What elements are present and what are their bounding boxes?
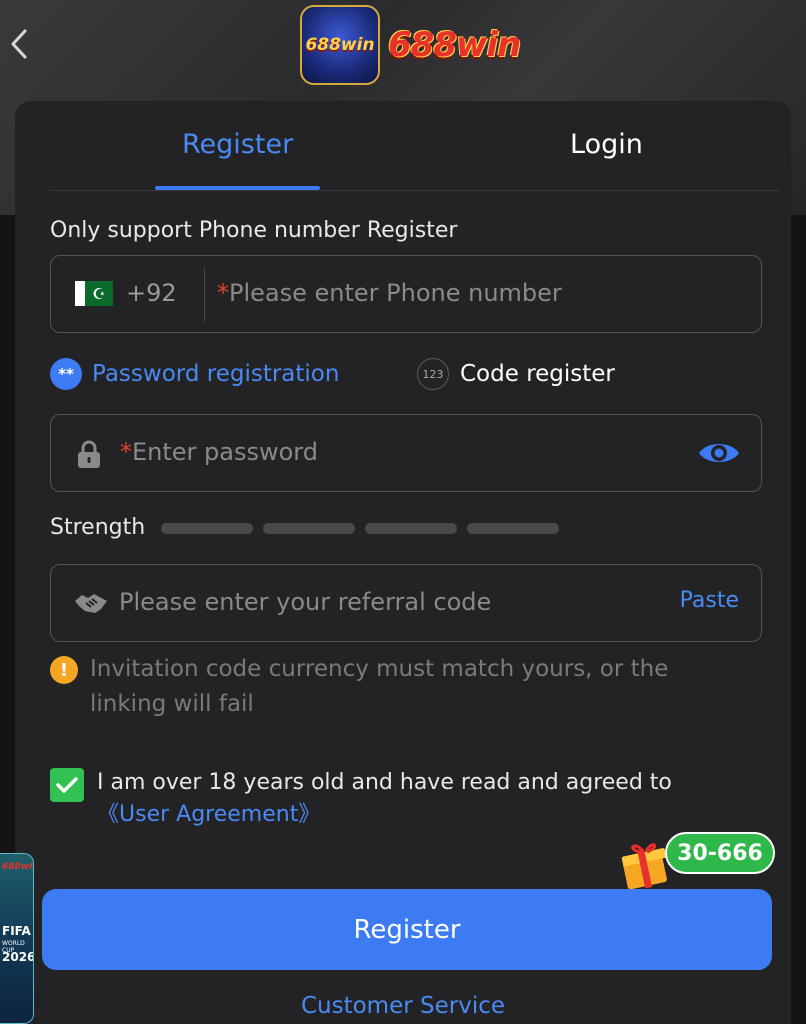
agreement-label: I am over 18 years old and have read and… xyxy=(97,770,672,795)
country-code[interactable]: +92 xyxy=(126,279,177,307)
user-agreement-link[interactable]: 《User Agreement》 xyxy=(97,799,737,831)
password-placeholder: Enter password xyxy=(132,438,318,466)
pakistan-flag-icon[interactable]: ☪ xyxy=(75,281,113,306)
auth-tabs: Register Login xyxy=(50,101,779,191)
tab-register[interactable]: Register xyxy=(182,129,293,160)
code-radio-icon[interactable]: 123 xyxy=(417,358,449,390)
registration-mode: ** Password registration 123 Code regist… xyxy=(50,358,762,392)
mode-code-option[interactable]: 123 Code register xyxy=(417,358,615,390)
brand-wordmark: 688win xyxy=(388,25,521,65)
password-radio-icon[interactable]: ** xyxy=(50,358,82,390)
banner-line1: FIFA xyxy=(2,924,31,938)
mode-password-label[interactable]: Password registration xyxy=(92,361,339,387)
paste-button[interactable]: Paste xyxy=(680,588,739,613)
promo-badge[interactable]: 30-666 xyxy=(665,832,775,874)
mode-password-option[interactable]: ** Password registration xyxy=(50,358,339,390)
phone-input[interactable]: *Please enter Phone number xyxy=(217,279,562,307)
referral-field[interactable]: Please enter your referral code Paste xyxy=(50,564,762,642)
back-chevron-icon[interactable] xyxy=(6,24,32,64)
agree-checkbox[interactable] xyxy=(50,768,84,802)
strength-bar xyxy=(263,523,355,534)
field-divider xyxy=(204,268,205,322)
brand-logo: 688win 688win xyxy=(300,4,521,86)
password-field[interactable]: *Enter password xyxy=(50,414,762,492)
warning-icon: ! xyxy=(50,656,78,684)
register-card: Register Login Only support Phone number… xyxy=(15,101,791,1024)
tab-login[interactable]: Login xyxy=(570,129,643,160)
required-mark: * xyxy=(217,279,229,307)
password-input[interactable]: *Enter password xyxy=(120,438,318,466)
register-note: Only support Phone number Register xyxy=(50,218,458,243)
gift-icon[interactable] xyxy=(619,838,671,894)
warning-text: Invitation code currency must match your… xyxy=(90,656,669,717)
active-tab-indicator xyxy=(155,186,320,190)
strength-bar xyxy=(365,523,457,534)
referral-input[interactable]: Please enter your referral code xyxy=(119,588,491,616)
register-button[interactable]: Register xyxy=(42,889,772,970)
lock-icon xyxy=(75,439,103,473)
phone-field[interactable]: ☪ +92 *Please enter Phone number xyxy=(50,255,762,333)
banner-line3: 2026 xyxy=(2,950,34,964)
fifa-promo-banner[interactable]: 688win FIFA WORLD CUP 2026 xyxy=(0,853,34,1024)
strength-bar xyxy=(161,523,253,534)
app-badge-icon: 688win xyxy=(300,5,380,85)
strength-bar xyxy=(467,523,559,534)
customer-service-link[interactable]: Customer Service xyxy=(0,993,806,1019)
mode-code-label[interactable]: Code register xyxy=(460,361,615,387)
banner-brand: 688win xyxy=(2,862,33,872)
check-icon xyxy=(56,777,78,793)
eye-icon[interactable] xyxy=(697,439,741,471)
handshake-icon xyxy=(73,589,109,621)
agreement-text: I am over 18 years old and have read and… xyxy=(97,767,737,831)
phone-placeholder: Please enter Phone number xyxy=(229,279,562,307)
required-mark: * xyxy=(120,438,132,466)
strength-label: Strength xyxy=(50,515,146,540)
